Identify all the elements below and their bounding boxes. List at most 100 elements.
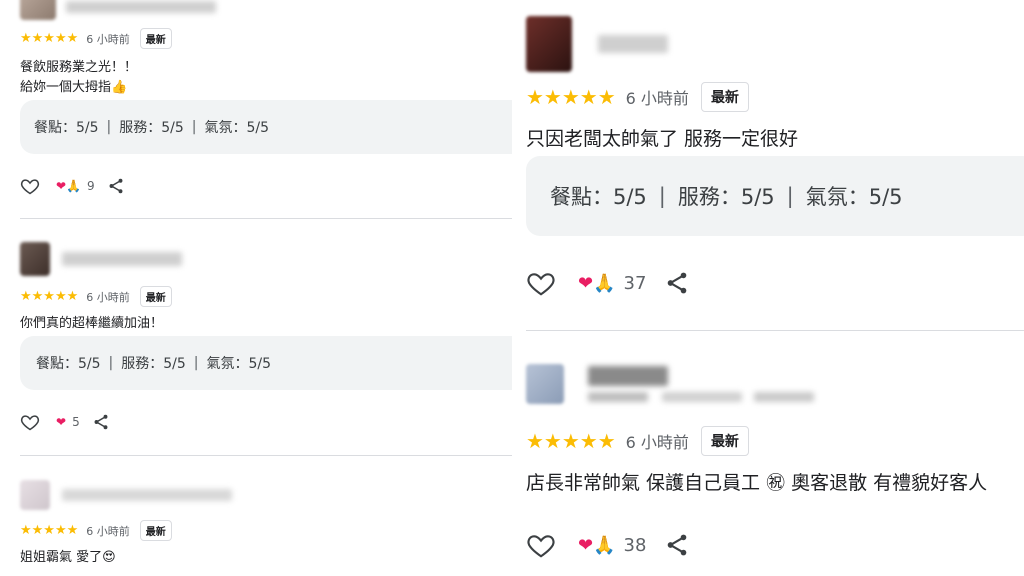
reaction-summary[interactable]: ❤ 5 xyxy=(56,415,80,429)
reviewer-avatar[interactable] xyxy=(20,0,56,20)
reviewer-name-redacted[interactable] xyxy=(66,1,216,13)
share-icon[interactable] xyxy=(664,270,690,296)
reviewer-name-redacted[interactable] xyxy=(62,489,232,501)
reaction-summary[interactable]: ❤ 🙏 38 xyxy=(578,535,646,556)
review-card: ★★★★★ 6 小時前 最新 店長非常帥氣 保護自己員工 ㊗ 奧客退散 有禮貌好… xyxy=(512,346,1024,576)
ratings-summary: 餐點：5/5 | 服務：5/5 | 氣氛：5/5 xyxy=(20,100,512,154)
rating-separator: | xyxy=(193,355,199,371)
reaction-count: 38 xyxy=(623,534,647,556)
reviewer-subtitle-redacted xyxy=(588,392,814,402)
star-rating: ★★★★★ xyxy=(526,85,616,109)
atmosphere-rating: 氣氛：5/5 xyxy=(204,120,270,136)
reaction-count: 5 xyxy=(72,415,80,429)
rating-separator: | xyxy=(658,184,666,208)
food-rating: 餐點：5/5 xyxy=(34,120,99,136)
redacted-block xyxy=(754,392,814,402)
rating-separator: | xyxy=(106,119,112,135)
reviewer-avatar[interactable] xyxy=(20,242,50,276)
reviews-column-right: ★★★★★ 6 小時前 最新 只因老闆太帥氣了 服務一定很好 餐點：5/5 | … xyxy=(512,0,1024,576)
share-icon[interactable] xyxy=(107,177,125,195)
service-rating: 服務：5/5 xyxy=(119,120,184,136)
reviewer-avatar[interactable] xyxy=(526,364,564,404)
redacted-block xyxy=(588,392,648,402)
review-card: ★★★★★ 6 小時前 最新 姐姐霸氣 愛了😍 xyxy=(0,470,512,576)
reviewer-header xyxy=(20,242,182,276)
reviewer-avatar[interactable] xyxy=(20,480,50,510)
reviewer-name-redacted[interactable] xyxy=(62,252,182,266)
review-text-line: 姐姐霸氣 愛了😍 xyxy=(20,550,116,565)
heart-emoji-icon: ❤ xyxy=(56,179,67,193)
reviewer-info-redacted xyxy=(588,366,814,402)
review-meta: ★★★★★ 6 小時前 最新 xyxy=(20,28,172,49)
redacted-block xyxy=(662,392,742,402)
review-card: ★★★★★ 6 小時前 最新 餐飲服務業之光！！ 給妳一個大拇指👍 餐點：5/5… xyxy=(0,0,512,210)
newest-badge: 最新 xyxy=(700,82,749,112)
rating-separator: | xyxy=(108,355,114,371)
review-time: 6 小時前 xyxy=(86,290,130,304)
like-heart-icon[interactable] xyxy=(526,268,556,298)
reaction-summary[interactable]: ❤ 🙏 9 xyxy=(56,179,95,193)
review-time: 6 小時前 xyxy=(86,524,130,538)
atmosphere-rating: 氣氛：5/5 xyxy=(206,356,272,372)
reviewer-header xyxy=(526,364,814,404)
pray-emoji-icon: 🙏 xyxy=(66,179,82,193)
review-text-line: 店長非常帥氣 保護自己員工 ㊗ 奧客退散 有禮貌好客人 xyxy=(526,472,988,494)
review-actions: ❤ 5 xyxy=(20,412,110,432)
reaction-count: 37 xyxy=(623,272,647,294)
review-time: 6 小時前 xyxy=(86,32,130,46)
newest-badge: 最新 xyxy=(139,520,172,541)
heart-emoji-icon: ❤ xyxy=(56,415,67,429)
pray-emoji-icon: 🙏 xyxy=(593,534,616,556)
newest-badge: 最新 xyxy=(139,286,172,307)
rating-separator: | xyxy=(191,119,197,135)
review-divider xyxy=(526,330,1024,331)
review-meta: ★★★★★ 6 小時前 最新 xyxy=(526,426,749,456)
star-rating: ★★★★★ xyxy=(20,289,79,304)
like-heart-icon[interactable] xyxy=(20,412,40,432)
reviewer-header xyxy=(20,0,216,20)
service-rating: 服務：5/5 xyxy=(121,356,186,372)
reviewer-name-redacted[interactable] xyxy=(588,366,668,386)
reaction-count: 9 xyxy=(87,179,95,193)
rating-separator: | xyxy=(786,184,794,208)
reviewer-header xyxy=(526,16,668,72)
review-text-line: 給妳一個大拇指👍 xyxy=(20,80,128,95)
star-rating: ★★★★★ xyxy=(20,523,79,538)
review-divider xyxy=(20,218,512,219)
newest-badge: 最新 xyxy=(700,426,749,456)
reaction-summary[interactable]: ❤ 🙏 37 xyxy=(578,273,646,294)
atmosphere-rating: 氣氛：5/5 xyxy=(805,185,903,209)
share-icon[interactable] xyxy=(664,532,690,558)
review-actions: ❤ 🙏 37 xyxy=(526,268,690,298)
review-text-line: 你們真的超棒繼續加油！ xyxy=(20,316,164,331)
share-icon[interactable] xyxy=(92,413,110,431)
review-meta: ★★★★★ 6 小時前 最新 xyxy=(526,82,749,112)
review-card: ★★★★★ 6 小時前 最新 只因老闆太帥氣了 服務一定很好 餐點：5/5 | … xyxy=(512,0,1024,320)
review-actions: ❤ 🙏 38 xyxy=(526,530,690,560)
heart-emoji-icon: ❤ xyxy=(578,272,594,294)
heart-emoji-icon: ❤ xyxy=(578,534,594,556)
like-heart-icon[interactable] xyxy=(20,176,40,196)
review-card: ★★★★★ 6 小時前 最新 你們真的超棒繼續加油！ 餐點：5/5 | 服務：5… xyxy=(0,236,512,446)
reviews-column-left: ★★★★★ 6 小時前 最新 餐飲服務業之光！！ 給妳一個大拇指👍 餐點：5/5… xyxy=(0,0,512,576)
food-rating: 餐點：5/5 xyxy=(36,356,101,372)
review-actions: ❤ 🙏 9 xyxy=(20,176,125,196)
reviewer-name-redacted[interactable] xyxy=(598,35,668,53)
review-text-line: 只因老闆太帥氣了 服務一定很好 xyxy=(526,128,799,150)
like-heart-icon[interactable] xyxy=(526,530,556,560)
review-meta: ★★★★★ 6 小時前 最新 xyxy=(20,520,172,541)
ratings-summary: 餐點：5/5 | 服務：5/5 | 氣氛：5/5 xyxy=(20,336,512,390)
review-time: 6 小時前 xyxy=(625,433,689,452)
service-rating: 服務：5/5 xyxy=(677,185,775,209)
reviewer-header xyxy=(20,480,232,510)
ratings-summary: 餐點：5/5 | 服務：5/5 | 氣氛：5/5 xyxy=(526,156,1024,236)
star-rating: ★★★★★ xyxy=(526,429,616,453)
newest-badge: 最新 xyxy=(139,28,172,49)
reviewer-avatar[interactable] xyxy=(526,16,572,72)
review-meta: ★★★★★ 6 小時前 最新 xyxy=(20,286,172,307)
star-rating: ★★★★★ xyxy=(20,31,79,46)
review-text-line: 餐飲服務業之光！！ xyxy=(20,60,138,75)
review-divider xyxy=(20,455,512,456)
food-rating: 餐點：5/5 xyxy=(550,185,647,209)
pray-emoji-icon: 🙏 xyxy=(593,272,616,294)
